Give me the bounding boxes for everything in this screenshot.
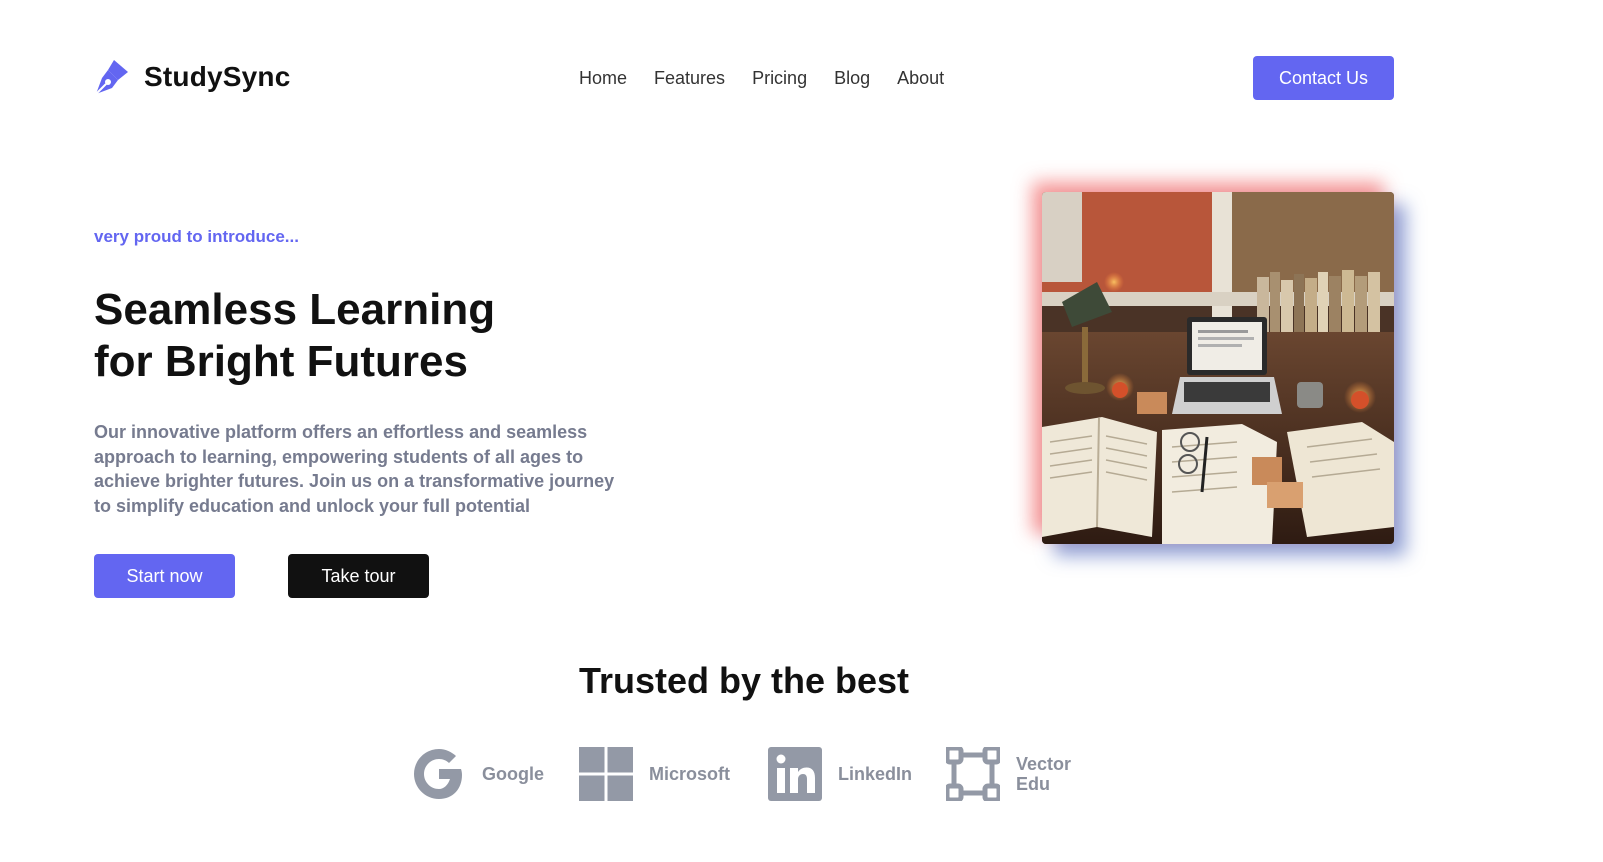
main-nav: Home Features Pricing Blog About [579, 66, 944, 90]
nav-pricing[interactable]: Pricing [752, 66, 807, 90]
start-now-button[interactable]: Start now [94, 554, 235, 598]
hero-title: Seamless Learning for Bright Futures [94, 284, 654, 388]
partner-name: Vector Edu [1016, 754, 1072, 794]
contact-us-button[interactable]: Contact Us [1253, 56, 1394, 100]
google-icon [414, 749, 462, 799]
linkedin-icon [768, 747, 822, 801]
vector-frame-icon [946, 747, 1000, 801]
hero-description: Our innovative platform offers an effort… [94, 422, 615, 516]
partner-vector-edu: Vector Edu [946, 747, 1080, 801]
nav-blog[interactable]: Blog [834, 66, 870, 90]
partner-linkedin: LinkedIn [768, 747, 912, 801]
trusted-title: Trusted by the best [578, 660, 910, 701]
hero-image [1042, 192, 1394, 544]
take-tour-button[interactable]: Take tour [288, 554, 429, 598]
site-header: StudySync Home Features Pricing Blog Abo… [0, 0, 1603, 156]
brand-logo[interactable]: StudySync [94, 58, 291, 96]
partner-microsoft: Microsoft [579, 747, 730, 801]
microsoft-icon [579, 747, 633, 801]
pen-nib-icon [95, 60, 128, 95]
partner-name: Google [482, 764, 544, 784]
partner-name: Microsoft [649, 764, 730, 784]
study-desk-illustration [1042, 192, 1394, 544]
nav-about[interactable]: About [897, 66, 944, 90]
partner-google: Google [412, 747, 544, 801]
hero-title-line-2: for Bright Futures [94, 337, 468, 386]
partner-name: LinkedIn [838, 764, 913, 784]
nav-features[interactable]: Features [654, 66, 725, 90]
brand-name: StudySync [144, 61, 291, 92]
nav-home[interactable]: Home [579, 66, 627, 90]
hero-eyebrow: very proud to introduce... [94, 227, 299, 246]
hero-title-line-1: Seamless Learning [94, 285, 496, 334]
